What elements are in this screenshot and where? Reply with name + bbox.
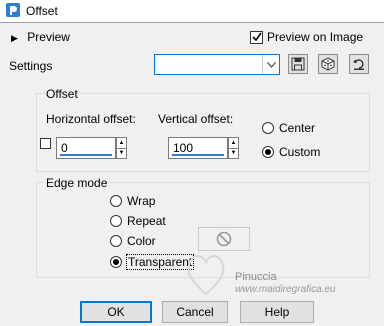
edge-transparent-label: Transparent	[126, 254, 195, 270]
checkbox-box	[250, 30, 263, 44]
vertical-offset-input[interactable]: 100	[168, 137, 228, 159]
save-preset-button[interactable]	[288, 54, 308, 74]
spin-up-icon[interactable]: ▲	[229, 138, 238, 148]
heart-watermark-icon	[187, 255, 225, 296]
help-button[interactable]: Help	[240, 301, 314, 323]
radio-circle	[262, 146, 274, 158]
dice-icon	[321, 57, 335, 71]
spin-down-icon[interactable]: ▼	[117, 147, 126, 159]
radio-circle	[110, 256, 122, 268]
edge-color-swatch[interactable]	[198, 227, 250, 251]
settings-dropdown[interactable]	[154, 54, 280, 75]
horizontal-offset-spinner[interactable]: ▲ ▼	[116, 137, 127, 159]
edge-wrap-radio[interactable]: Wrap	[110, 194, 155, 208]
offset-center-radio[interactable]: Center	[262, 121, 315, 135]
horizontal-offset-input[interactable]: 0	[56, 137, 116, 159]
reset-button[interactable]	[349, 54, 369, 74]
title-divider	[0, 22, 384, 23]
preview-toggle[interactable]: ▶ Preview	[11, 30, 70, 44]
preview-on-image-checkbox[interactable]: Preview on Image	[250, 30, 363, 44]
offset-custom-radio[interactable]: Custom	[262, 145, 320, 159]
link-offsets-checkbox[interactable]	[40, 138, 51, 149]
edge-repeat-radio[interactable]: Repeat	[110, 214, 166, 228]
vertical-offset-spinner[interactable]: ▲ ▼	[228, 137, 239, 159]
offset-custom-label: Custom	[279, 145, 321, 159]
floppy-disk-icon	[291, 57, 305, 71]
spin-up-icon[interactable]: ▲	[117, 138, 126, 148]
triangle-right-icon: ▶	[11, 33, 18, 43]
input-focus-underline	[172, 154, 224, 156]
preview-label: Preview	[27, 30, 70, 44]
app-icon	[6, 3, 20, 17]
reset-icon	[353, 59, 364, 70]
radio-circle	[110, 215, 122, 227]
horizontal-offset-value: 0	[61, 141, 68, 155]
edge-color-label: Color	[127, 234, 156, 248]
edge-transparent-radio[interactable]: Transparent	[110, 254, 195, 270]
edge-color-radio[interactable]: Color	[110, 234, 156, 248]
horizontal-offset-label: Horizontal offset:	[46, 112, 136, 126]
offset-group-label: Offset	[44, 87, 80, 101]
randomize-button[interactable]	[318, 54, 338, 74]
window-title: Offset	[26, 4, 58, 18]
watermark-url: www.maidiregrafica.eu	[235, 284, 336, 295]
edge-repeat-label: Repeat	[127, 214, 166, 228]
offset-center-label: Center	[279, 121, 316, 135]
no-color-icon	[216, 231, 232, 247]
radio-circle	[110, 195, 122, 207]
radio-circle	[262, 122, 274, 134]
settings-label: Settings	[9, 59, 53, 73]
input-focus-underline	[60, 154, 112, 156]
cancel-button[interactable]: Cancel	[162, 301, 228, 323]
ok-button[interactable]: OK	[80, 301, 152, 323]
radio-circle	[110, 235, 122, 247]
edge-mode-group-label: Edge mode	[44, 176, 110, 190]
vertical-offset-label: Vertical offset:	[158, 112, 234, 126]
vertical-offset-value: 100	[173, 141, 194, 155]
preview-on-image-label: Preview on Image	[267, 30, 364, 44]
chevron-down-icon	[262, 55, 279, 74]
checkmark-icon	[251, 32, 262, 42]
watermark-name: Pinuccia	[235, 271, 277, 283]
offset-group	[36, 93, 370, 172]
edge-wrap-label: Wrap	[127, 194, 156, 208]
spin-down-icon[interactable]: ▼	[229, 147, 238, 159]
